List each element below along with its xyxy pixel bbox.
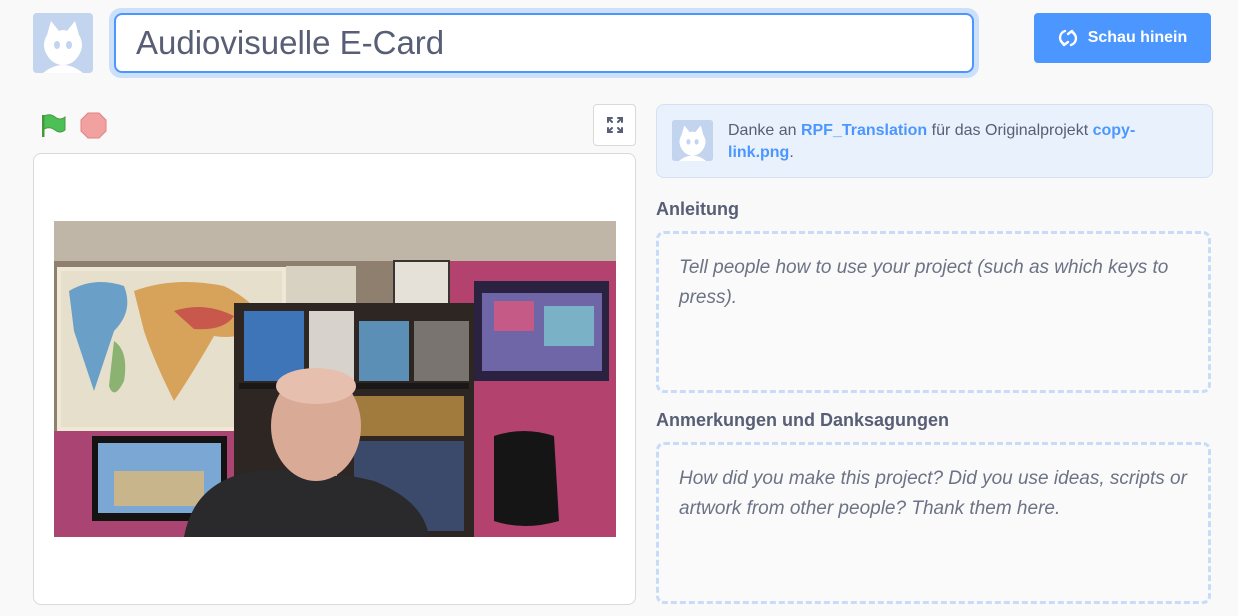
- fullscreen-icon: [606, 117, 623, 133]
- instructions-textarea[interactable]: Tell people how to use your project (suc…: [656, 231, 1211, 393]
- project-avatar[interactable]: [33, 13, 93, 73]
- credit-prefix: Danke an: [728, 122, 801, 139]
- instructions-placeholder: Tell people how to use your project (suc…: [679, 257, 1169, 308]
- project-stage[interactable]: [33, 153, 636, 605]
- webcam-image: [54, 221, 616, 537]
- green-flag-icon: [42, 114, 66, 137]
- scratch-cat-icon: [33, 13, 93, 73]
- notes-label: Anmerkungen und Danksagungen: [656, 410, 950, 430]
- original-author-avatar[interactable]: [672, 120, 713, 161]
- credit-middle: für das Originalprojekt: [927, 122, 1093, 139]
- remix-credit-text: Danke an RPF_Translation für das Origina…: [728, 120, 1198, 164]
- webcam-video: [54, 221, 616, 537]
- stop-sign-icon: [80, 112, 107, 139]
- see-inside-label: Schau hinein: [1087, 29, 1188, 46]
- fullscreen-button[interactable]: [593, 104, 636, 146]
- original-author-link[interactable]: RPF_Translation: [801, 122, 927, 139]
- instructions-label: Anleitung: [656, 199, 739, 219]
- green-flag-button[interactable]: [38, 111, 68, 141]
- project-title-input[interactable]: [114, 13, 974, 73]
- project-title-focus-ring: [109, 8, 979, 78]
- credit-suffix: .: [789, 144, 794, 161]
- remix-credit-box: Danke an RPF_Translation für das Origina…: [656, 104, 1213, 178]
- see-inside-button[interactable]: Schau hinein: [1034, 13, 1211, 63]
- notes-textarea[interactable]: How did you make this project? Did you u…: [656, 442, 1211, 604]
- notes-placeholder: How did you make this project? Did you u…: [679, 468, 1187, 519]
- scratch-cat-icon: [672, 120, 713, 161]
- stop-button[interactable]: [80, 112, 107, 139]
- remix-icon: [1058, 29, 1077, 47]
